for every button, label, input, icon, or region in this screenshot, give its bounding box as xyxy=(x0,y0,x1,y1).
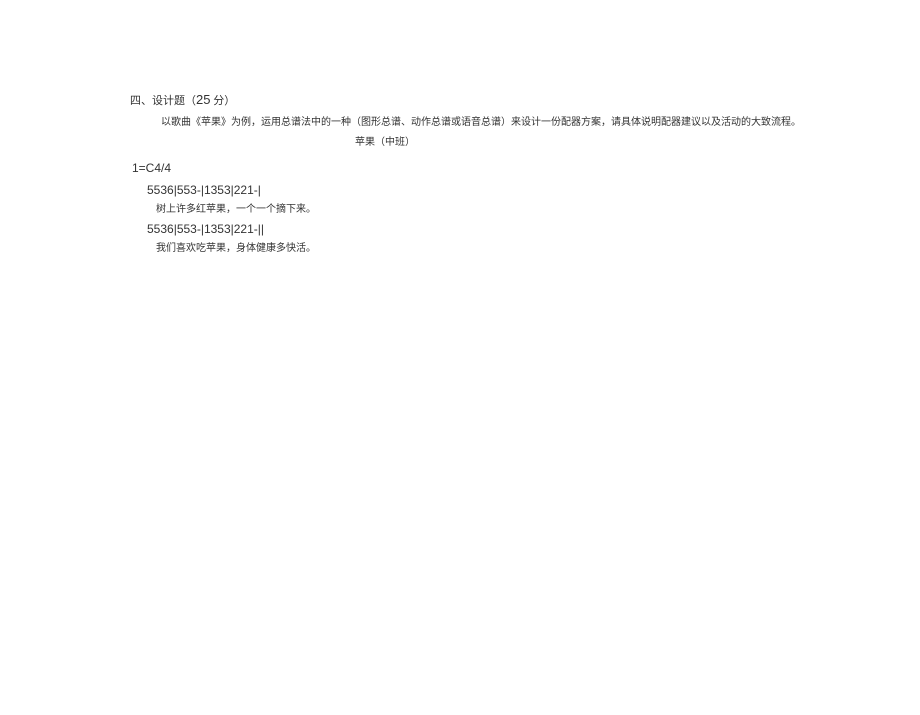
question-text: 以歌曲《苹果》为例，运用总谱法中的一种（图形总谱、动作总谱或语音总谱）来设计一份… xyxy=(161,115,920,131)
notation-line-1: 5536|553-|1353|221-| xyxy=(147,181,920,200)
points-value: 25 xyxy=(196,92,210,107)
lyrics-line-2: 我们喜欢吃苹果，身体健康多快活。 xyxy=(156,241,920,257)
lyrics-line-1: 树上许多红苹果，一个一个摘下来。 xyxy=(156,202,920,218)
heading-suffix: 分） xyxy=(210,95,235,107)
notation-line-2: 5536|553-|1353|221-|| xyxy=(147,220,920,239)
key-signature: 1=C4/4 xyxy=(132,159,920,178)
section-heading: 四、设计题（25 分） xyxy=(130,90,920,111)
song-title: 苹果（中班） xyxy=(355,135,920,151)
heading-prefix: 四、设计题（ xyxy=(130,95,196,107)
